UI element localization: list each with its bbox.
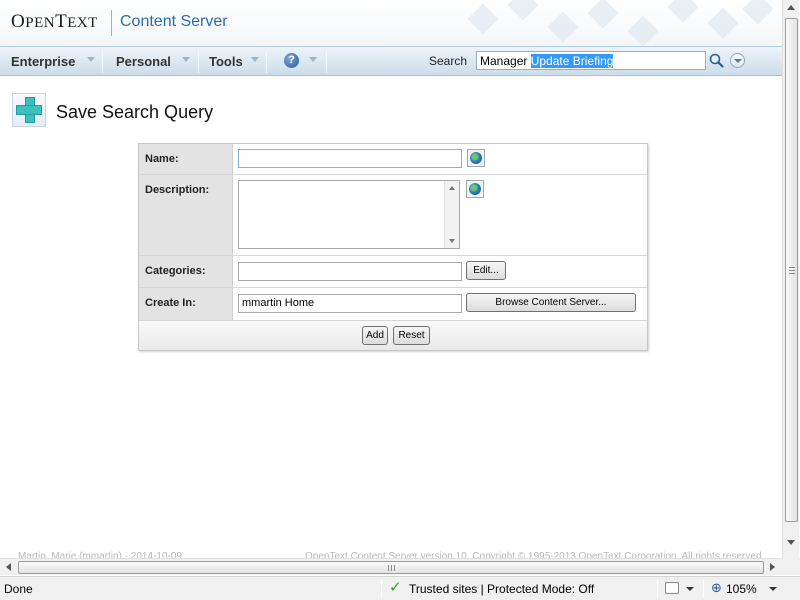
nav-menu-enterprise[interactable]: Enterprise [11, 54, 75, 69]
chevron-down-icon[interactable] [251, 57, 259, 62]
save-search-form: Name: Description: Categories: Edit... C… [138, 143, 648, 351]
page-title: Save Search Query [56, 102, 214, 122]
scroll-corner [782, 558, 800, 575]
nav-menu-tools[interactable]: Tools [209, 54, 243, 69]
status-separator [703, 580, 704, 598]
description-label: Description: [139, 175, 233, 255]
zoom-level[interactable]: 105% [726, 582, 757, 596]
chevron-down-icon[interactable] [87, 57, 95, 62]
chevron-down-icon[interactable] [686, 587, 694, 591]
scroll-right-icon[interactable] [770, 563, 775, 571]
form-row-categories: Categories: Edit... [139, 256, 647, 288]
status-text: Done [4, 582, 33, 596]
browser-status-bar: Done ✓ Trusted sites | Protected Mode: O… [0, 576, 800, 600]
search-selected-text: Update Briefing [530, 54, 614, 68]
scroll-down-icon[interactable] [449, 239, 455, 243]
help-icon[interactable]: ? [284, 53, 299, 68]
header-decoration [442, 0, 782, 46]
vertical-scroll-thumb[interactable] [785, 18, 798, 522]
nav-separator [326, 51, 327, 73]
app-header: OPENTEXT Content Server [0, 0, 782, 46]
nav-separator [102, 51, 103, 73]
globe-icon[interactable] [467, 149, 485, 167]
security-zone[interactable]: Trusted sites | Protected Mode: Off [409, 582, 594, 596]
nav-menu-personal[interactable]: Personal [116, 54, 171, 69]
horizontal-scrollbar[interactable] [0, 558, 782, 575]
search-options-chevron-icon[interactable] [730, 53, 745, 68]
chevron-down-icon[interactable] [769, 587, 777, 591]
browse-content-server-button[interactable]: Browse Content Server... [466, 293, 636, 312]
add-plus-icon [12, 93, 46, 127]
search-label: Search [429, 54, 468, 68]
main-nav-bar: Enterprise Personal Tools ? Search Manag… [0, 46, 782, 76]
textarea-scrollbar[interactable] [444, 181, 459, 248]
nav-separator [198, 51, 199, 73]
create-in-label: Create In: [139, 288, 233, 320]
logo-letter: T [55, 11, 68, 32]
logo-divider [111, 10, 112, 36]
scroll-up-icon[interactable] [787, 5, 795, 10]
description-textarea[interactable] [238, 180, 460, 249]
form-row-create-in: Create In: mmartin Home Browse Content S… [139, 288, 647, 321]
opentext-logo[interactable]: OPENTEXT [11, 11, 98, 33]
form-row-description: Description: [139, 175, 647, 256]
horizontal-scroll-thumb[interactable] [18, 561, 764, 574]
categories-label: Categories: [139, 256, 233, 287]
categories-field[interactable] [238, 262, 462, 281]
reset-button[interactable]: Reset [393, 326, 430, 345]
status-separator [657, 580, 658, 598]
name-field[interactable] [238, 149, 462, 168]
scroll-down-icon[interactable] [787, 540, 795, 545]
scroll-left-icon[interactable] [6, 563, 11, 571]
scroll-up-icon[interactable] [449, 186, 455, 190]
search-input[interactable]: Manager Update Briefing [476, 51, 706, 70]
vertical-scrollbar[interactable] [782, 0, 799, 558]
zoom-icon[interactable]: ⊕ [711, 580, 722, 596]
logo-letters: EXT [67, 15, 98, 31]
search-text: Manager [480, 54, 531, 68]
edit-categories-button[interactable]: Edit... [466, 261, 506, 280]
chevron-down-icon[interactable] [309, 57, 317, 62]
nav-separator [266, 51, 267, 73]
popup-blocker-icon[interactable] [665, 582, 679, 594]
chevron-down-icon[interactable] [182, 57, 190, 62]
form-row-name: Name: [139, 144, 647, 175]
globe-icon[interactable] [466, 180, 484, 198]
checkmark-icon: ✓ [389, 579, 402, 596]
product-name: Content Server [120, 13, 228, 30]
logo-letters: PEN [25, 15, 56, 31]
create-in-field[interactable]: mmartin Home [238, 294, 462, 313]
name-label: Name: [139, 144, 233, 174]
logo-letter: O [11, 11, 26, 32]
search-icon[interactable] [708, 52, 725, 69]
status-separator [381, 580, 382, 598]
add-button[interactable]: Add [362, 326, 388, 345]
form-actions: Add Reset [139, 321, 647, 350]
